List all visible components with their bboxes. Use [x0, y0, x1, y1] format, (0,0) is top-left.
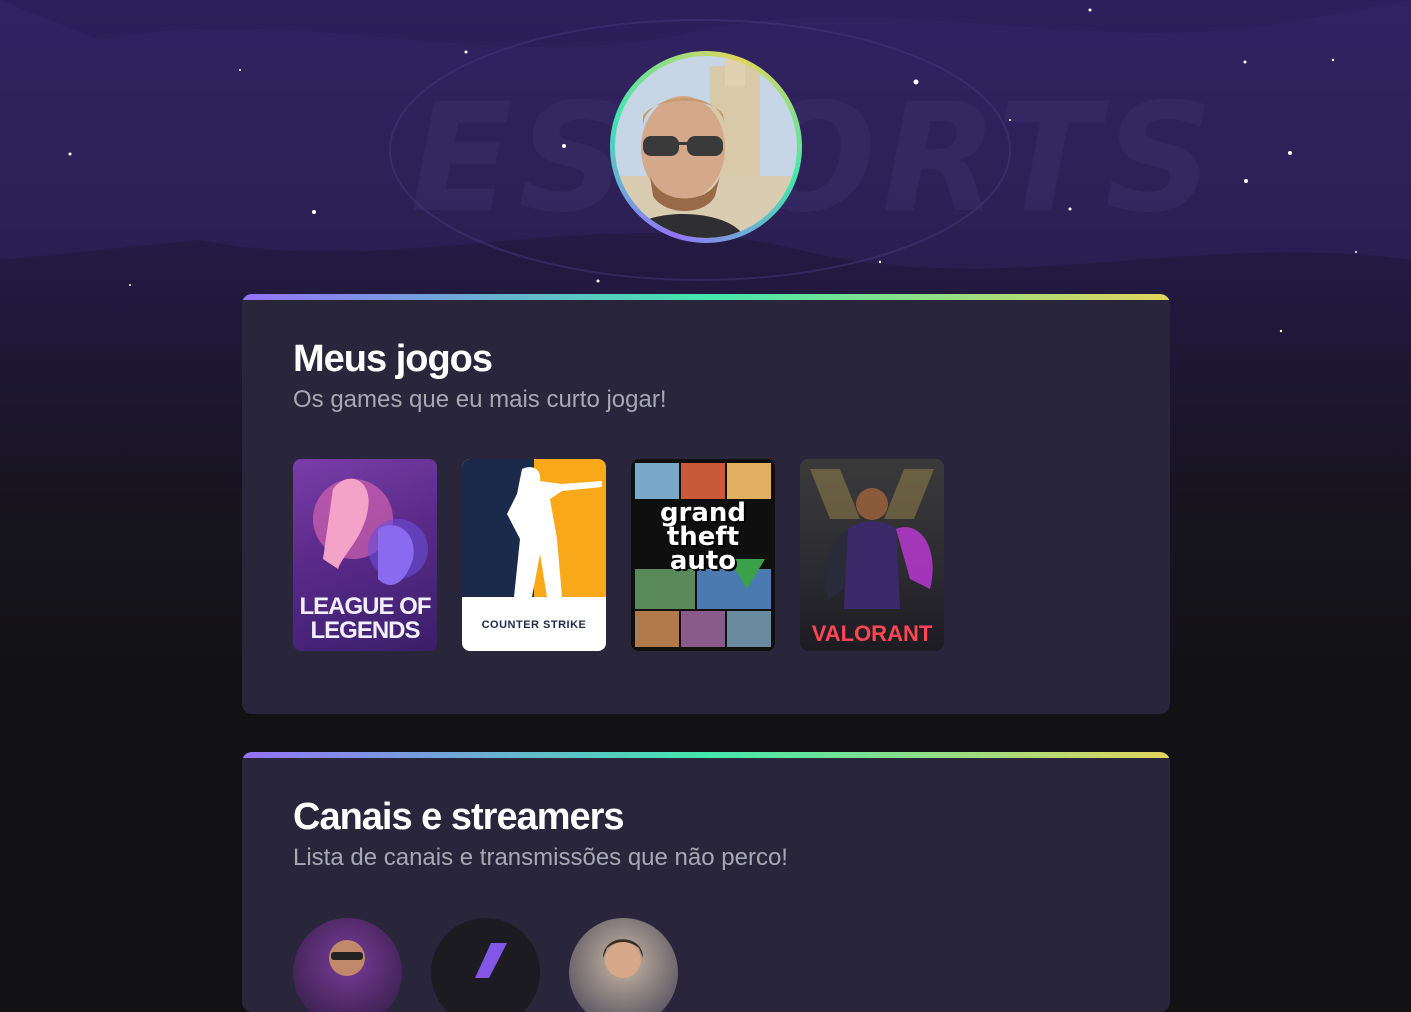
- card-gradient-bar: [242, 294, 1170, 300]
- game-grand-theft-auto[interactable]: grand theft auto: [631, 459, 775, 651]
- channel-logo-icon: [475, 943, 507, 978]
- game-counter-strike[interactable]: COUNTER STRIKE: [462, 459, 606, 651]
- streamer-photo-icon: [329, 940, 365, 976]
- game-label: COUNTER STRIKE: [481, 619, 587, 631]
- card-gradient-bar: [242, 752, 1170, 758]
- profile-avatar[interactable]: [610, 51, 802, 243]
- channels-section-title: Canais e streamers: [293, 796, 625, 838]
- game-label: grand theft auto: [659, 498, 747, 576]
- channels-card: Canais e streamers Lista de canais e tra…: [242, 752, 1170, 1012]
- avatar-photo: [615, 56, 797, 238]
- channels-section-subtitle: Lista de canais e transmissões que não p…: [293, 844, 788, 871]
- game-label: VALORANT: [811, 621, 933, 646]
- game-valorant[interactable]: VALORANT: [800, 459, 944, 651]
- games-section-subtitle: Os games que eu mais curto jogar!: [293, 386, 667, 413]
- channel-avatar-3[interactable]: [569, 918, 678, 1012]
- game-label: LEAGUE OF LEGENDS: [299, 593, 431, 644]
- channel-avatar-2[interactable]: [431, 918, 540, 1012]
- games-section-title: Meus jogos: [293, 338, 493, 380]
- games-card: Meus jogos Os games que eu mais curto jo…: [242, 294, 1170, 714]
- channels-list: [293, 918, 678, 1012]
- game-league-of-legends[interactable]: LEAGUE OF LEGENDS: [293, 459, 437, 651]
- person-photo-icon: [615, 56, 797, 238]
- channel-avatar-1[interactable]: [293, 918, 402, 1012]
- svg-text:ESPORTS: ESPORTS: [410, 72, 1219, 246]
- games-list: LEAGUE OF LEGENDS COUNTER STRIKE grand t…: [293, 459, 944, 651]
- streamer-photo-icon: [603, 939, 643, 978]
